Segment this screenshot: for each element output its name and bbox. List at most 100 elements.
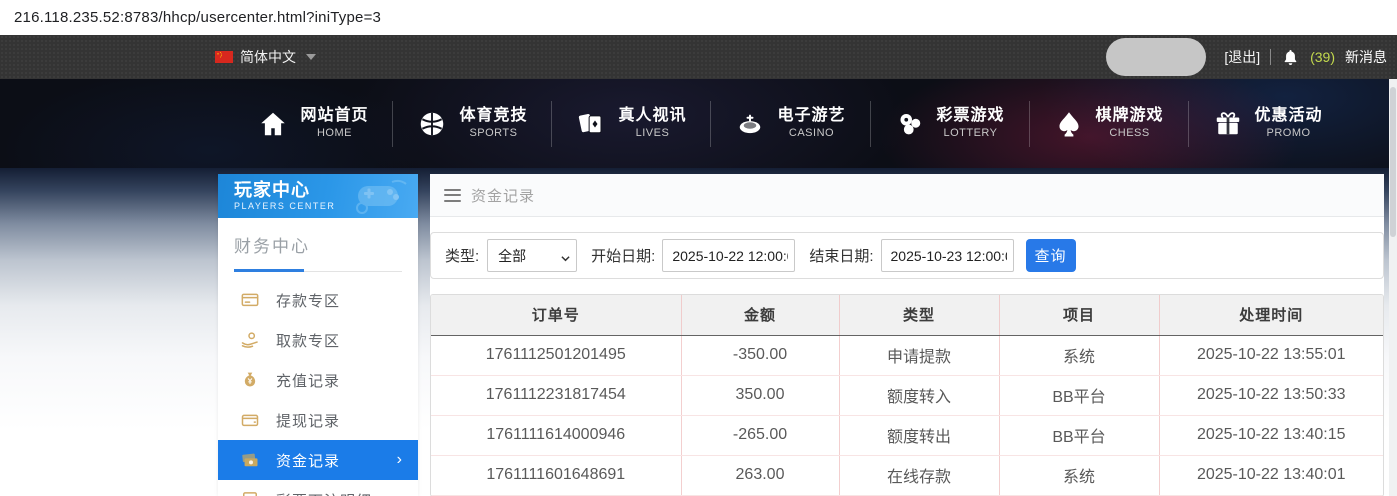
table-cell: 350.00: [681, 375, 840, 416]
language-selector[interactable]: 简体中文: [215, 47, 316, 67]
table-cell: 申请提款: [839, 335, 1000, 376]
china-flag-icon: [215, 51, 233, 63]
table-cell: 1761111601648691: [431, 455, 682, 496]
topbar: 简体中文 [退出] (39) 新消息: [0, 35, 1397, 79]
scrollbar[interactable]: [1389, 79, 1397, 496]
sidebar-menu: 存款专区›取款专区›充值记录›提现记录› 资金记录 › 彩票下注明细›: [218, 280, 418, 496]
nav-item-chess[interactable]: 棋牌游戏 CHESS: [1030, 106, 1188, 141]
nav-label-en: PROMO: [1266, 127, 1311, 139]
nav-item-lives[interactable]: 真人视讯 LIVES: [552, 106, 710, 141]
table-cell: 系统: [999, 455, 1160, 496]
table-cell: 263.00: [681, 455, 840, 496]
gamepad-icon: [356, 179, 407, 214]
filter-bar: 类型: 全部 开始日期: 结束日期: 查询: [430, 232, 1384, 279]
chevron-right-icon: ›: [396, 451, 402, 468]
sidebar-item-label: 资金记录: [276, 452, 341, 470]
table-cell: 在线存款: [839, 455, 1000, 496]
message-count[interactable]: (39): [1310, 49, 1335, 65]
query-button[interactable]: 查询: [1025, 239, 1076, 272]
funds-table: 订单号 金额 类型 项目 处理时间 1761112501201495 -350.00 申请提…: [431, 295, 1383, 496]
table-cell: 1761112501201495: [431, 335, 682, 376]
main-navbar: 网站首页 HOME 体育竞技 SPORTS 真人视讯 LIVES 电子游艺 CASINO 彩票游…: [0, 79, 1397, 168]
col-header: 类型: [839, 295, 1000, 336]
type-label: 类型:: [445, 248, 480, 265]
nav-label-en: SPORTS: [469, 127, 518, 139]
scrollbar-thumb[interactable]: [1390, 87, 1396, 237]
breadcrumb-label: 资金记录: [471, 187, 536, 205]
table-cell: BB平台: [999, 415, 1160, 456]
playing-cards-icon: [576, 109, 606, 139]
funds-table-wrap: 订单号 金额 类型 项目 处理时间 1761112501201495 -350.00 申请提…: [430, 294, 1384, 496]
nav-item-home[interactable]: 网站首页 HOME: [234, 106, 392, 141]
table-cell: -350.00: [681, 335, 840, 376]
table-cell: 额度转入: [839, 375, 1000, 416]
col-header: 金额: [681, 295, 840, 336]
nav-label-zh: 彩票游戏: [936, 107, 1005, 124]
nav-label-en: CHESS: [1109, 127, 1150, 139]
roulette-icon: [735, 109, 765, 139]
type-select[interactable]: 全部: [487, 239, 578, 272]
bet-list-icon: [240, 490, 260, 496]
sidebar-header: 玩家中心 PLAYERS CENTER: [218, 174, 418, 218]
moneybag-icon: [240, 370, 260, 390]
section-underline: [234, 269, 402, 272]
table-cell: 2025-10-22 13:55:01: [1159, 335, 1383, 376]
deposit-card-icon: [240, 290, 260, 310]
start-date-label: 开始日期:: [591, 248, 656, 265]
sidebar-item-label: 存款专区: [276, 292, 341, 310]
table-cell: BB平台: [999, 375, 1160, 416]
nav-label-zh: 体育竞技: [459, 107, 528, 124]
end-date-label: 结束日期:: [809, 248, 874, 265]
username-redacted: [1106, 38, 1207, 76]
table-cell: 2025-10-22 13:50:33: [1159, 375, 1383, 416]
sidebar-item-label: 彩票下注明细: [276, 490, 372, 496]
nav-item-casino[interactable]: 电子游艺 CASINO: [711, 106, 869, 141]
table-cell: 1761112231817454: [431, 375, 682, 416]
nav-item-lottery[interactable]: 彩票游戏 LOTTERY: [871, 106, 1029, 141]
new-messages-link[interactable]: 新消息: [1345, 47, 1387, 67]
sidebar-item-withdrawal-log[interactable]: 提现记录›: [218, 400, 418, 440]
nav-label-en: HOME: [316, 127, 352, 139]
home-icon: [258, 109, 288, 139]
end-date-input[interactable]: [880, 239, 1014, 272]
main-content: 资金记录 类型: 全部 开始日期: 结束日期: 查询 订单号金额类型项目处理时间…: [430, 174, 1384, 496]
sidebar-item-recharge-log[interactable]: 充值记录›: [218, 360, 418, 400]
sidebar-item-deposit[interactable]: 存款专区›: [218, 280, 418, 320]
table-cell: 2025-10-22 13:40:01: [1159, 455, 1383, 496]
page: 216.118.235.52:8783/hhcp/usercenter.html…: [0, 0, 1397, 496]
chevron-down-icon: [306, 54, 316, 60]
nav-item-sports[interactable]: 体育竞技 SPORTS: [393, 106, 551, 141]
withdraw-hand-icon: [240, 330, 260, 350]
lottery-balls-icon: [895, 109, 925, 139]
bell-icon[interactable]: [1281, 48, 1300, 67]
table-cell: 1761111614000946: [431, 415, 682, 456]
divider: [1270, 49, 1272, 65]
banknotes-icon: [240, 450, 260, 470]
logout-button[interactable]: [退出]: [1224, 47, 1260, 67]
sidebar-item-label: 充值记录: [276, 372, 341, 390]
sidebar-item-funds-log[interactable]: 资金记录 ›: [218, 440, 418, 480]
nav-label-zh: 网站首页: [300, 107, 369, 124]
nav-label-en: CASINO: [788, 127, 835, 139]
menu-icon[interactable]: [444, 188, 461, 202]
page-url: 216.118.235.52:8783/hhcp/usercenter.html…: [14, 9, 382, 26]
table-row: 1761111614000946 -265.00 额度转出 BB平台 2025-10-2…: [431, 415, 1383, 456]
table-cell: -265.00: [681, 415, 840, 456]
sidebar-item-lottery-detail[interactable]: 彩票下注明细›: [218, 480, 418, 496]
col-header: 项目: [999, 295, 1160, 336]
nav-label-zh: 电子游艺: [777, 107, 846, 124]
spade-icon: [1054, 109, 1084, 139]
gift-icon: [1213, 109, 1243, 139]
nav-label-en: LOTTERY: [943, 127, 998, 139]
sidebar-section: 财务中心: [218, 218, 418, 272]
nav-item-promo[interactable]: 优惠活动 PROMO: [1189, 106, 1347, 141]
table-header-row: 订单号 金额 类型 项目 处理时间: [431, 295, 1383, 336]
start-date-input[interactable]: [662, 239, 796, 272]
table-row: 1761112231817454 350.00 额度转入 BB平台 2025-10-22…: [431, 375, 1383, 416]
table-body: 1761112501201495 -350.00 申请提款 系统 2025-10-22 …: [431, 335, 1383, 496]
nav-label-zh: 优惠活动: [1254, 107, 1323, 124]
sidebar-item-withdraw[interactable]: 取款专区›: [218, 320, 418, 360]
sidebar-item-label: 提现记录: [276, 412, 341, 430]
browser-url-bar[interactable]: 216.118.235.52:8783/hhcp/usercenter.html…: [0, 0, 1397, 35]
table-cell: 额度转出: [839, 415, 1000, 456]
